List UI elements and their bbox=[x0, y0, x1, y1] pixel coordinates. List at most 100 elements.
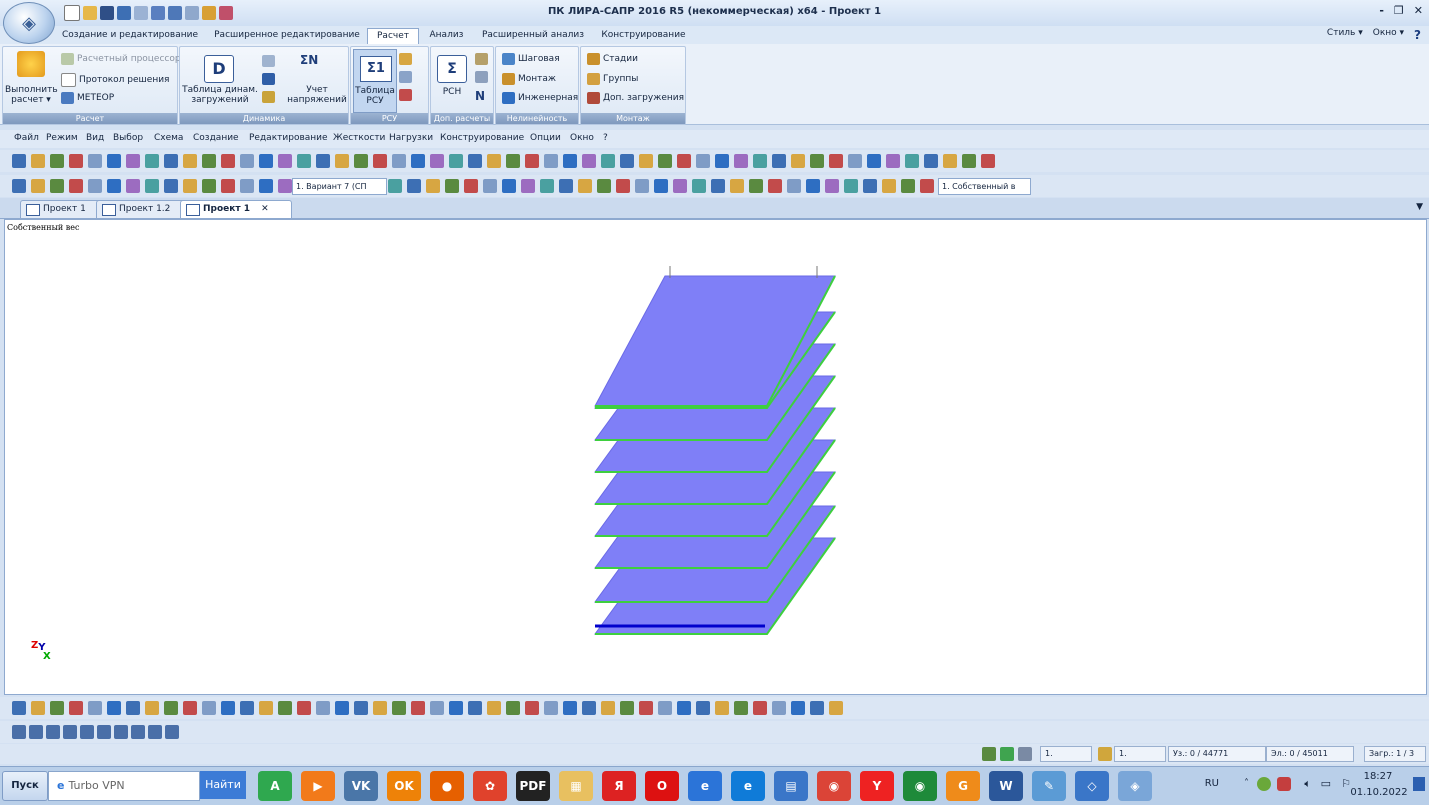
toolbar-tool-icon[interactable] bbox=[88, 179, 102, 193]
view-tool-icon[interactable] bbox=[335, 701, 349, 715]
toolbar-tool-icon[interactable] bbox=[677, 154, 691, 168]
toolbar-tool-icon[interactable] bbox=[164, 179, 178, 193]
toolbar-tool-icon[interactable] bbox=[12, 154, 26, 168]
toolbar-tool-icon[interactable] bbox=[654, 179, 668, 193]
tab-calculation[interactable]: Расчет bbox=[367, 28, 419, 44]
view-tool-icon[interactable] bbox=[582, 701, 596, 715]
taskbar-app-icon[interactable]: W bbox=[989, 771, 1023, 801]
tab-create-edit[interactable]: Создание и редактирование bbox=[60, 28, 200, 43]
view-tool-icon[interactable] bbox=[107, 701, 121, 715]
toolbar-tool-icon[interactable] bbox=[354, 154, 368, 168]
toolbar-tool-icon[interactable] bbox=[620, 154, 634, 168]
projection-view-icon[interactable] bbox=[114, 725, 128, 739]
taskbar-search[interactable]: e Turbo VPN bbox=[48, 771, 200, 801]
menu-design[interactable]: Конструирование bbox=[440, 133, 524, 143]
menu-select[interactable]: Выбор bbox=[113, 133, 143, 143]
toolbar-tool-icon[interactable] bbox=[772, 154, 786, 168]
restore-button[interactable]: ❐ bbox=[1394, 4, 1404, 17]
taskbar-app-icon[interactable]: Y bbox=[860, 771, 894, 801]
toolbar-tool-icon[interactable] bbox=[730, 179, 744, 193]
taskbar-app-icon[interactable]: ✿ bbox=[473, 771, 507, 801]
toolbar-tool-icon[interactable] bbox=[221, 179, 235, 193]
toolbar-tool-icon[interactable] bbox=[411, 154, 425, 168]
toolbar-tool-icon[interactable] bbox=[259, 154, 273, 168]
toolbar-tool-icon[interactable] bbox=[768, 179, 782, 193]
view-tool-icon[interactable] bbox=[734, 701, 748, 715]
solution-protocol-button[interactable]: Протокол решения bbox=[61, 73, 169, 87]
toolbar-tool-icon[interactable] bbox=[962, 154, 976, 168]
taskbar-app-icon[interactable]: ● bbox=[430, 771, 464, 801]
taskbar-app-icon[interactable]: ▶ bbox=[301, 771, 335, 801]
view-tool-icon[interactable] bbox=[563, 701, 577, 715]
vpn-tray-icon[interactable] bbox=[1257, 777, 1271, 791]
toolbar-tool-icon[interactable] bbox=[126, 154, 140, 168]
toolbar-tool-icon[interactable] bbox=[559, 179, 573, 193]
view-tool-icon[interactable] bbox=[525, 701, 539, 715]
view-tool-icon[interactable] bbox=[658, 701, 672, 715]
toolbar-tool-icon[interactable] bbox=[886, 154, 900, 168]
toolbar-tool-icon[interactable] bbox=[715, 154, 729, 168]
toolbar-tool-icon[interactable] bbox=[202, 179, 216, 193]
toolbar-tool-icon[interactable] bbox=[540, 179, 554, 193]
network-icon[interactable]: ▭ bbox=[1321, 777, 1331, 790]
toolbar-tool-icon[interactable] bbox=[544, 154, 558, 168]
menu-options[interactable]: Опции bbox=[530, 133, 561, 143]
rsu-small-icon-3[interactable] bbox=[399, 89, 412, 101]
taskbar-app-icon[interactable]: ▦ bbox=[559, 771, 593, 801]
view-tool-icon[interactable] bbox=[620, 701, 634, 715]
down-icon[interactable] bbox=[1018, 747, 1032, 761]
view-tool-icon[interactable] bbox=[297, 701, 311, 715]
find-button[interactable]: Найти bbox=[200, 771, 246, 799]
view-tool-icon[interactable] bbox=[88, 701, 102, 715]
extra-loads-button[interactable]: Доп. загружения bbox=[587, 92, 684, 104]
toolbar-tool-icon[interactable] bbox=[392, 154, 406, 168]
taskbar-app-icon[interactable]: e bbox=[731, 771, 765, 801]
toolbar-tool-icon[interactable] bbox=[164, 154, 178, 168]
menu-file[interactable]: Файл bbox=[14, 133, 39, 143]
view-tool-icon[interactable] bbox=[145, 701, 159, 715]
view-tool-icon[interactable] bbox=[240, 701, 254, 715]
start-button[interactable]: Пуск bbox=[2, 771, 48, 801]
toolbar-tool-icon[interactable] bbox=[145, 154, 159, 168]
taskbar-app-icon[interactable]: ◉ bbox=[817, 771, 851, 801]
toolbar-tool-icon[interactable] bbox=[616, 179, 630, 193]
view-tool-icon[interactable] bbox=[183, 701, 197, 715]
close-button[interactable]: ✕ bbox=[1414, 4, 1423, 17]
rsu-table-button[interactable]: Σ1 Таблица РСУ bbox=[353, 49, 397, 113]
dynamics-table-button[interactable]: Таблица динам. загружений bbox=[182, 85, 258, 105]
taskbar-app-icon[interactable]: ✎ bbox=[1032, 771, 1066, 801]
menu-stiffness[interactable]: Жесткости bbox=[333, 133, 385, 143]
toolbar-tool-icon[interactable] bbox=[734, 154, 748, 168]
step-button[interactable]: Шаговая bbox=[502, 53, 560, 65]
extra-small-icon-2[interactable] bbox=[475, 71, 488, 83]
toolbar-tool-icon[interactable] bbox=[882, 179, 896, 193]
stages-button[interactable]: Стадии bbox=[587, 53, 638, 65]
up-icon[interactable] bbox=[1000, 747, 1014, 761]
projection-view-icon[interactable] bbox=[80, 725, 94, 739]
toolbar-tool-icon[interactable] bbox=[943, 154, 957, 168]
toolbar-tool-icon[interactable] bbox=[658, 154, 672, 168]
toolbar-tool-icon[interactable] bbox=[50, 179, 64, 193]
taskbar-app-icon[interactable]: ◈ bbox=[1118, 771, 1152, 801]
view-tool-icon[interactable] bbox=[259, 701, 273, 715]
tab-analysis[interactable]: Анализ bbox=[424, 28, 469, 43]
toolbar-tool-icon[interactable] bbox=[905, 154, 919, 168]
run-calculation-button[interactable]: Выполнить расчет ▾ bbox=[5, 85, 58, 105]
volume-icon[interactable]: 🔈︎ bbox=[1304, 777, 1311, 791]
view-tool-icon[interactable] bbox=[164, 701, 178, 715]
toolbar-tool-icon[interactable] bbox=[753, 154, 767, 168]
toolbar-tool-icon[interactable] bbox=[639, 154, 653, 168]
view-tool-icon[interactable] bbox=[126, 701, 140, 715]
toolbar-tool-icon[interactable] bbox=[126, 179, 140, 193]
status-combo-2[interactable]: 1. bbox=[1114, 746, 1166, 762]
toolbar-tool-icon[interactable] bbox=[863, 179, 877, 193]
view-tool-icon[interactable] bbox=[411, 701, 425, 715]
view-tool-icon[interactable] bbox=[221, 701, 235, 715]
view-tool-icon[interactable] bbox=[601, 701, 615, 715]
help-button[interactable]: ? bbox=[1414, 28, 1421, 42]
view-tool-icon[interactable] bbox=[677, 701, 691, 715]
taskbar-app-icon[interactable]: Я bbox=[602, 771, 636, 801]
toolbar-tool-icon[interactable] bbox=[107, 179, 121, 193]
toolbar-tool-icon[interactable] bbox=[981, 154, 995, 168]
view-tool-icon[interactable] bbox=[202, 701, 216, 715]
